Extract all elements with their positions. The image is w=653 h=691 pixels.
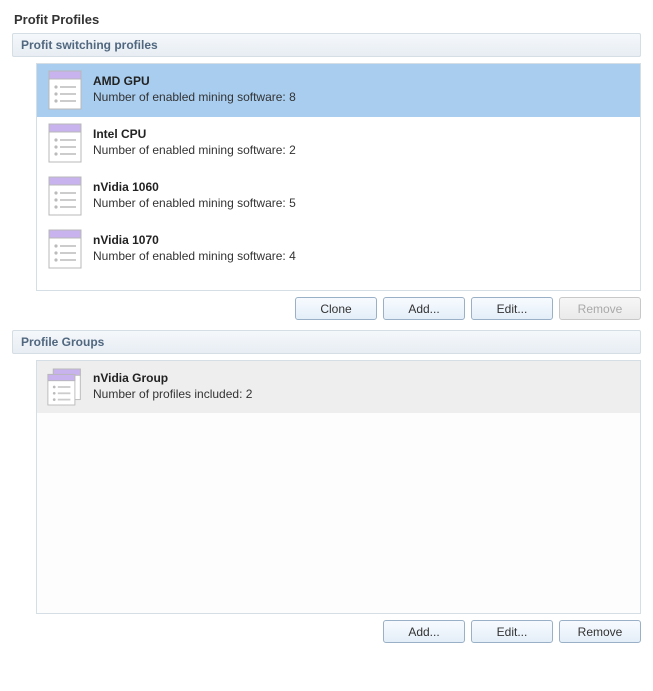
profile-icon (47, 176, 83, 216)
group-icon (47, 367, 83, 407)
profile-subtitle: Number of enabled mining software: 4 (93, 249, 296, 265)
profile-name: nVidia 1060 (93, 180, 296, 196)
document-list-icon (48, 229, 82, 269)
group-text: nVidia GroupNumber of profiles included:… (93, 367, 252, 402)
profile-name: nVidia 1070 (93, 233, 296, 249)
profile-list-item[interactable]: Intel CPUNumber of enabled mining softwa… (37, 117, 640, 170)
clone-button[interactable]: Clone (295, 297, 377, 320)
profile-icon (47, 70, 83, 110)
groups-button-row: Add... Edit... Remove (36, 620, 641, 643)
groups-section: Profile Groups nVidia GroupNumber of pro… (12, 330, 641, 643)
edit-button[interactable]: Edit... (471, 297, 553, 320)
profile-icon (47, 229, 83, 269)
profile-list-item[interactable]: AMD GPUNumber of enabled mining software… (37, 64, 640, 117)
profiles-list: AMD GPUNumber of enabled mining software… (36, 63, 641, 291)
edit-button[interactable]: Edit... (471, 620, 553, 643)
profiles-button-row: Clone Add... Edit... Remove (36, 297, 641, 320)
remove-button[interactable]: Remove (559, 620, 641, 643)
document-list-icon (48, 70, 82, 110)
add-button[interactable]: Add... (383, 620, 465, 643)
page-title: Profit Profiles (14, 12, 641, 27)
add-button[interactable]: Add... (383, 297, 465, 320)
profiles-section-header: Profit switching profiles (12, 33, 641, 57)
groups-list: nVidia GroupNumber of profiles included:… (36, 360, 641, 614)
groups-section-header: Profile Groups (12, 330, 641, 354)
profile-text: Intel CPUNumber of enabled mining softwa… (93, 123, 296, 158)
profile-subtitle: Number of enabled mining software: 8 (93, 90, 296, 106)
profile-text: nVidia 1060Number of enabled mining soft… (93, 176, 296, 211)
profile-text: nVidia 1070Number of enabled mining soft… (93, 229, 296, 264)
group-list-item[interactable]: nVidia GroupNumber of profiles included:… (37, 361, 640, 413)
profile-list-item[interactable]: nVidia 1060Number of enabled mining soft… (37, 170, 640, 223)
profile-list-item[interactable]: nVidia 1070Number of enabled mining soft… (37, 223, 640, 276)
group-subtitle: Number of profiles included: 2 (93, 387, 252, 403)
remove-button: Remove (559, 297, 641, 320)
group-name: nVidia Group (93, 371, 252, 387)
document-stack-icon (47, 366, 83, 408)
profile-subtitle: Number of enabled mining software: 2 (93, 143, 296, 159)
profiles-section: Profit switching profiles AMD GPUNumber … (12, 33, 641, 320)
profile-subtitle: Number of enabled mining software: 5 (93, 196, 296, 212)
document-list-icon (48, 123, 82, 163)
profile-text: AMD GPUNumber of enabled mining software… (93, 70, 296, 105)
profile-name: AMD GPU (93, 74, 296, 90)
profile-icon (47, 123, 83, 163)
profile-name: Intel CPU (93, 127, 296, 143)
document-list-icon (48, 176, 82, 216)
